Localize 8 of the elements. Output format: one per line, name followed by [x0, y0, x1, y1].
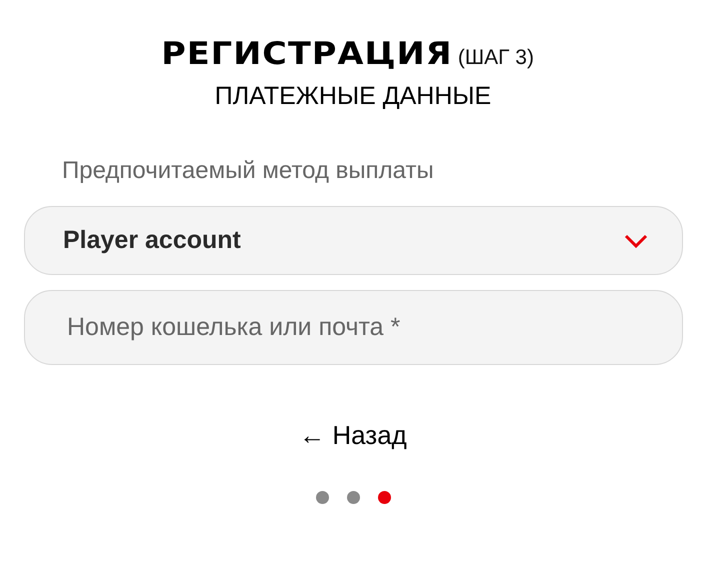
page-title: РЕГИСТРАЦИЯ — [161, 36, 453, 72]
wallet-input[interactable]: Номер кошелька или почта * — [24, 290, 683, 365]
step-label: (ШАГ 3) — [458, 46, 534, 70]
section-subtitle: ПЛАТЕЖНЫЕ ДАННЫЕ — [214, 82, 492, 111]
field-label: Предпочитаемый метод выплаты — [62, 157, 434, 185]
chevron-down-icon — [624, 234, 648, 248]
payout-method-dropdown[interactable]: Player account — [24, 206, 683, 275]
back-link[interactable]: ← Назад — [299, 420, 407, 451]
